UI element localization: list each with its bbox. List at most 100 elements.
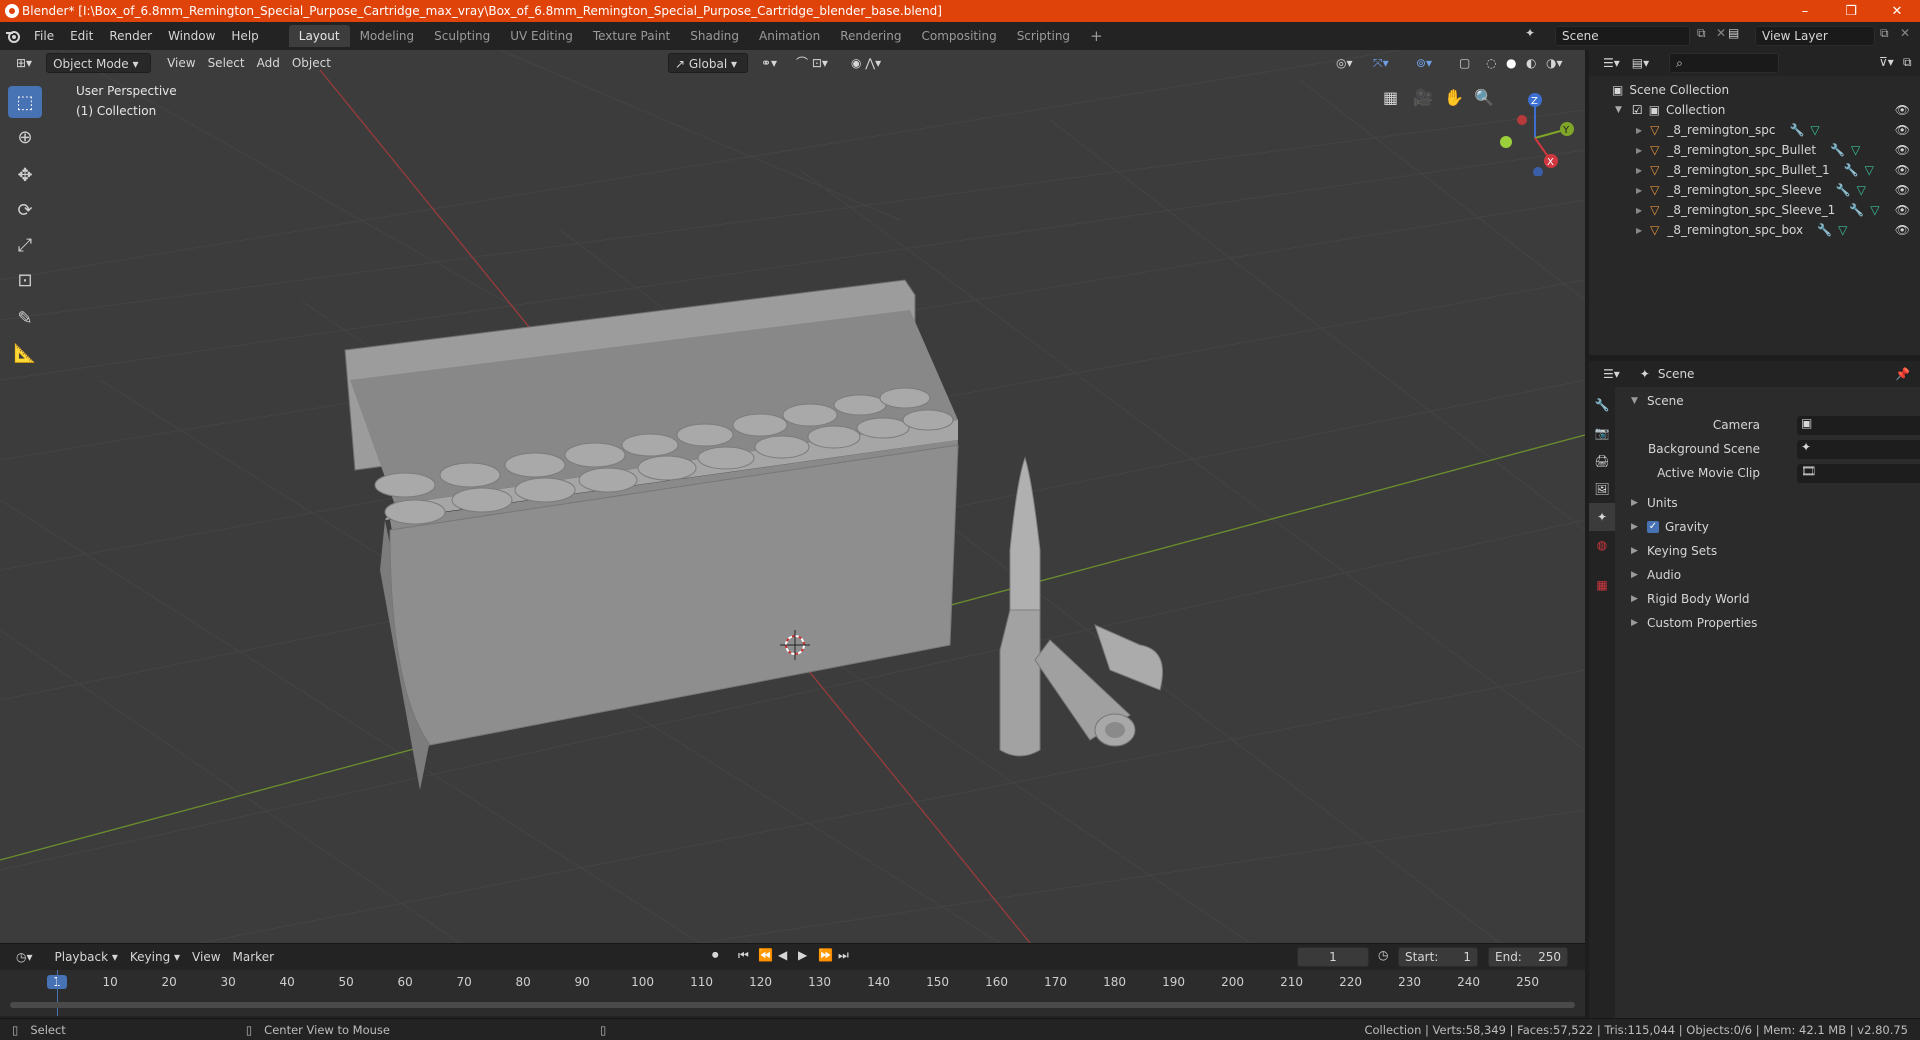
- scene-tab-icon[interactable]: ✦: [1589, 503, 1615, 531]
- scene-field[interactable]: Scene: [1555, 26, 1690, 46]
- mesh-data-icon[interactable]: ▽: [1838, 223, 1847, 237]
- transform-orientation-dropdown[interactable]: ↗ Global ▾: [668, 53, 748, 73]
- camera-view-icon[interactable]: 🎥: [1413, 88, 1433, 107]
- outliner-object-row[interactable]: ▶ ▽ _8_remington_spc_Sleeve 🔧 ▽ 👁: [1589, 180, 1920, 200]
- measure-tool-icon[interactable]: 📐: [8, 337, 42, 369]
- custom-properties-panel-header[interactable]: ▶ Custom Properties: [1617, 611, 1920, 635]
- editor-type-icon[interactable]: ⊞▾: [10, 53, 38, 73]
- move-tool-icon[interactable]: ✥: [8, 159, 42, 191]
- object-visibility-eye-icon[interactable]: 👁: [1895, 203, 1910, 217]
- texture-tab-icon[interactable]: ▦: [1589, 571, 1615, 599]
- keying-sets-panel-header[interactable]: ▶ Keying Sets: [1617, 539, 1920, 563]
- minimize-button[interactable]: –: [1782, 0, 1828, 22]
- units-panel-header[interactable]: ▶ Units: [1617, 491, 1920, 515]
- object-expand-icon[interactable]: ▶: [1636, 166, 1642, 175]
- rotate-tool-icon[interactable]: ⟳: [8, 194, 42, 226]
- object-expand-icon[interactable]: ▶: [1636, 186, 1642, 195]
- jump-to-next-keyframe-icon[interactable]: ⏩: [818, 948, 833, 962]
- audio-panel-header[interactable]: ▶ Audio: [1617, 563, 1920, 587]
- modifier-icon[interactable]: 🔧: [1830, 143, 1845, 157]
- viewport-menu-add[interactable]: Add: [251, 53, 286, 73]
- object-expand-icon[interactable]: ▶: [1636, 146, 1642, 155]
- modifier-icon[interactable]: 🔧: [1849, 203, 1864, 217]
- tab-uv-editing[interactable]: UV Editing: [500, 25, 583, 47]
- gravity-panel-header[interactable]: ▶ ✓ Gravity: [1617, 515, 1920, 539]
- xray-toggle-icon[interactable]: ▢: [1453, 53, 1476, 73]
- object-expand-icon[interactable]: ▶: [1636, 206, 1642, 215]
- gravity-checkbox[interactable]: ✓: [1647, 521, 1659, 533]
- timeline-menu-marker[interactable]: Marker: [227, 947, 280, 967]
- record-keyframe-icon[interactable]: ⏺: [712, 948, 719, 963]
- view-layer-tab-icon[interactable]: 🖼: [1589, 475, 1615, 503]
- outliner-object-row[interactable]: ▶ ▽ _8_remington_spc_Sleeve_1 🔧 ▽ 👁: [1589, 200, 1920, 220]
- timeline-menu-keying[interactable]: Keying ▾: [124, 947, 186, 967]
- mesh-data-icon[interactable]: ▽: [1857, 183, 1866, 197]
- outliner-editor-type-icon[interactable]: ☰▾: [1597, 53, 1626, 73]
- object-visibility-eye-icon[interactable]: 👁: [1895, 163, 1910, 177]
- menu-file[interactable]: File: [26, 25, 62, 47]
- blender-menu-icon[interactable]: [0, 29, 26, 43]
- menu-render[interactable]: Render: [101, 25, 160, 47]
- end-frame-field[interactable]: End: 250: [1488, 947, 1568, 967]
- mesh-data-icon[interactable]: ▽: [1851, 143, 1860, 157]
- world-tab-icon[interactable]: ◍: [1589, 531, 1615, 559]
- delete-scene-icon[interactable]: ✕: [1716, 26, 1726, 40]
- outliner-object-row[interactable]: ▶ ▽ _8_remington_spc_box 🔧 ▽ 👁: [1589, 220, 1920, 240]
- timeline-menu-playback[interactable]: Playback ▾: [49, 947, 124, 967]
- new-scene-icon[interactable]: ⧉: [1697, 26, 1706, 41]
- overlays-toggle-icon[interactable]: ⊚▾: [1410, 53, 1438, 73]
- mesh-data-icon[interactable]: ▽: [1810, 123, 1819, 137]
- menu-help[interactable]: Help: [223, 25, 266, 47]
- outliner-filter-icon[interactable]: ⊽▾: [1879, 55, 1894, 69]
- view-layer-field[interactable]: View Layer: [1755, 26, 1875, 46]
- scale-tool-icon[interactable]: ⤢: [8, 229, 42, 261]
- jump-to-previous-keyframe-icon[interactable]: ⏪: [758, 948, 773, 962]
- outliner-object-row[interactable]: ▶ ▽ _8_remington_spc_Bullet_1 🔧 ▽ 👁: [1589, 160, 1920, 180]
- menu-window[interactable]: Window: [160, 25, 223, 47]
- delete-view-layer-icon[interactable]: ✕: [1900, 26, 1910, 40]
- tab-scripting[interactable]: Scripting: [1007, 25, 1080, 47]
- tab-shading[interactable]: Shading: [680, 25, 749, 47]
- rigid-body-world-panel-header[interactable]: ▶ Rigid Body World: [1617, 587, 1920, 611]
- visibility-selectability-icon[interactable]: ◎▾: [1330, 53, 1359, 73]
- view-layer-icon[interactable]: ▤: [1728, 26, 1739, 40]
- object-visibility-eye-icon[interactable]: 👁: [1895, 123, 1910, 137]
- tab-texture-paint[interactable]: Texture Paint: [583, 25, 680, 47]
- select-box-tool-icon[interactable]: ⬚: [8, 86, 42, 118]
- play-reverse-icon[interactable]: ◀: [778, 948, 787, 962]
- restore-button[interactable]: ❐: [1828, 0, 1874, 22]
- jump-to-start-icon[interactable]: ⏮: [738, 948, 749, 963]
- rendered-shading-icon[interactable]: ◑▾: [1540, 53, 1569, 73]
- transform-tool-icon[interactable]: ⊡: [8, 264, 42, 296]
- viewport-menu-view[interactable]: View: [161, 53, 201, 73]
- tab-modeling[interactable]: Modeling: [350, 25, 425, 47]
- jump-to-end-icon[interactable]: ⏭: [838, 948, 849, 963]
- outliner-row-collection[interactable]: ▼ ☑ ▣ Collection 👁: [1589, 100, 1920, 120]
- modifier-icon[interactable]: 🔧: [1844, 163, 1859, 177]
- navigation-gizmo[interactable]: Z Y X: [1490, 86, 1580, 176]
- outliner-row-scene-collection[interactable]: ▣ Scene Collection: [1589, 80, 1920, 100]
- mesh-data-icon[interactable]: ▽: [1865, 163, 1874, 177]
- outliner-object-row[interactable]: ▶ ▽ _8_remington_spc_Bullet 🔧 ▽ 👁: [1589, 140, 1920, 160]
- viewport-menu-select[interactable]: Select: [202, 53, 251, 73]
- tab-rendering[interactable]: Rendering: [830, 25, 911, 47]
- timeline-frames-area[interactable]: 1102030405060708090100110120130140150160…: [0, 970, 1585, 1016]
- properties-editor-type-icon[interactable]: ☰▾: [1597, 364, 1626, 384]
- outliner-search-input[interactable]: ⌕: [1669, 53, 1780, 73]
- tab-sculpting[interactable]: Sculpting: [424, 25, 500, 47]
- tool-tab-icon[interactable]: 🔧: [1589, 391, 1615, 419]
- annotate-tool-icon[interactable]: ✎: [8, 302, 42, 334]
- current-frame-field[interactable]: 1: [1297, 947, 1369, 967]
- collection-checkbox-icon[interactable]: ☑: [1632, 103, 1643, 117]
- close-button[interactable]: ✕: [1874, 0, 1920, 22]
- new-collection-icon[interactable]: ⧉: [1903, 55, 1912, 70]
- tab-layout[interactable]: Layout: [288, 25, 350, 47]
- modifier-icon[interactable]: 🔧: [1789, 123, 1804, 137]
- output-tab-icon[interactable]: 🖨: [1589, 447, 1615, 475]
- preview-range-icon[interactable]: ◷: [1378, 948, 1388, 962]
- object-visibility-eye-icon[interactable]: 👁: [1895, 223, 1910, 237]
- cursor-tool-icon[interactable]: ⊕: [8, 121, 42, 153]
- 3d-viewport[interactable]: ⊞▾ Object Mode ▾ View Select Add Object …: [0, 50, 1585, 943]
- object-expand-icon[interactable]: ▶: [1636, 226, 1642, 235]
- object-expand-icon[interactable]: ▶: [1636, 126, 1642, 135]
